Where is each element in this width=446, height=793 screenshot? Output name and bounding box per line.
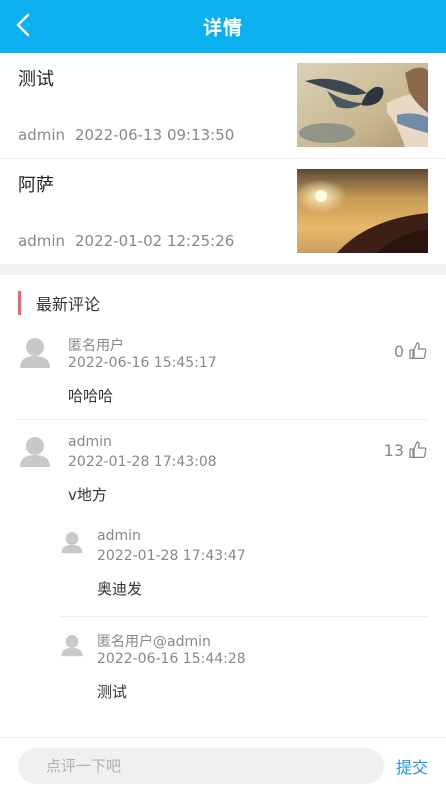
reply-text: 测试 — [97, 683, 128, 701]
avatar-icon — [18, 434, 52, 468]
comment-bar: 提交 — [0, 737, 446, 793]
article-time: 2022-01-02 12:25:26 — [75, 232, 235, 250]
reply-item: 匿名用户@admin 2022-06-16 15:44:28 测试 — [60, 625, 428, 711]
comment-time: 2022-01-28 17:43:08 — [68, 454, 217, 470]
reply-user: 匿名用户@admin — [97, 634, 211, 650]
comment-item: admin 2022-01-28 17:43:08 13 v地方 admin 2… — [0, 428, 446, 711]
comments-header: 最新评论 — [0, 275, 446, 331]
comments-title: 最新评论 — [36, 295, 101, 314]
comment-text: 哈哈哈 — [68, 387, 114, 405]
comment-time: 2022-06-16 15:45:17 — [68, 355, 217, 371]
section-spacer — [0, 265, 446, 275]
divider — [60, 616, 428, 617]
reply-text: 奥迪发 — [97, 580, 143, 598]
comment-item: 匿名用户 2022-06-16 15:45:17 0 哈哈哈 — [0, 329, 446, 415]
accent-bar — [18, 291, 21, 315]
comment-input[interactable] — [18, 747, 384, 784]
comment-user: 匿名用户 — [68, 338, 124, 354]
chevron-left-icon[interactable] — [12, 10, 36, 40]
article-item[interactable]: 阿萨 admin 2022-01-02 12:25:26 — [0, 159, 446, 265]
article-thumbnail[interactable] — [297, 63, 428, 147]
like-count: 13 — [383, 440, 404, 460]
comment-text: v地方 — [68, 486, 107, 504]
article-item[interactable]: 测试 admin 2022-06-13 09:13:50 — [0, 53, 446, 159]
reply-time: 2022-01-28 17:43:47 — [97, 548, 246, 564]
article-author: admin — [18, 126, 65, 144]
article-time: 2022-06-13 09:13:50 — [75, 126, 235, 144]
like-button[interactable]: 0 — [394, 341, 428, 361]
avatar-icon — [60, 633, 84, 657]
reply-item: admin 2022-01-28 17:43:47 奥迪发 — [60, 522, 428, 608]
article-author: admin — [18, 232, 65, 250]
avatar-icon — [18, 335, 52, 369]
top-bar: 详情 — [0, 0, 446, 53]
article-meta: admin 2022-06-13 09:13:50 — [18, 126, 234, 144]
like-button[interactable]: 13 — [384, 440, 428, 460]
divider — [18, 419, 428, 420]
reply-user: admin — [97, 528, 141, 544]
article-thumbnail[interactable] — [297, 169, 428, 253]
submit-button[interactable]: 提交 — [396, 754, 428, 778]
reply-time: 2022-06-16 15:44:28 — [97, 651, 246, 667]
thumbs-up-icon — [409, 441, 427, 459]
comment-user: admin — [68, 434, 112, 450]
like-count: 0 — [393, 341, 404, 361]
page-title: 详情 — [202, 17, 243, 39]
avatar-icon — [60, 530, 84, 554]
article-meta: admin 2022-01-02 12:25:26 — [18, 232, 234, 250]
thumbs-up-icon — [409, 342, 427, 360]
